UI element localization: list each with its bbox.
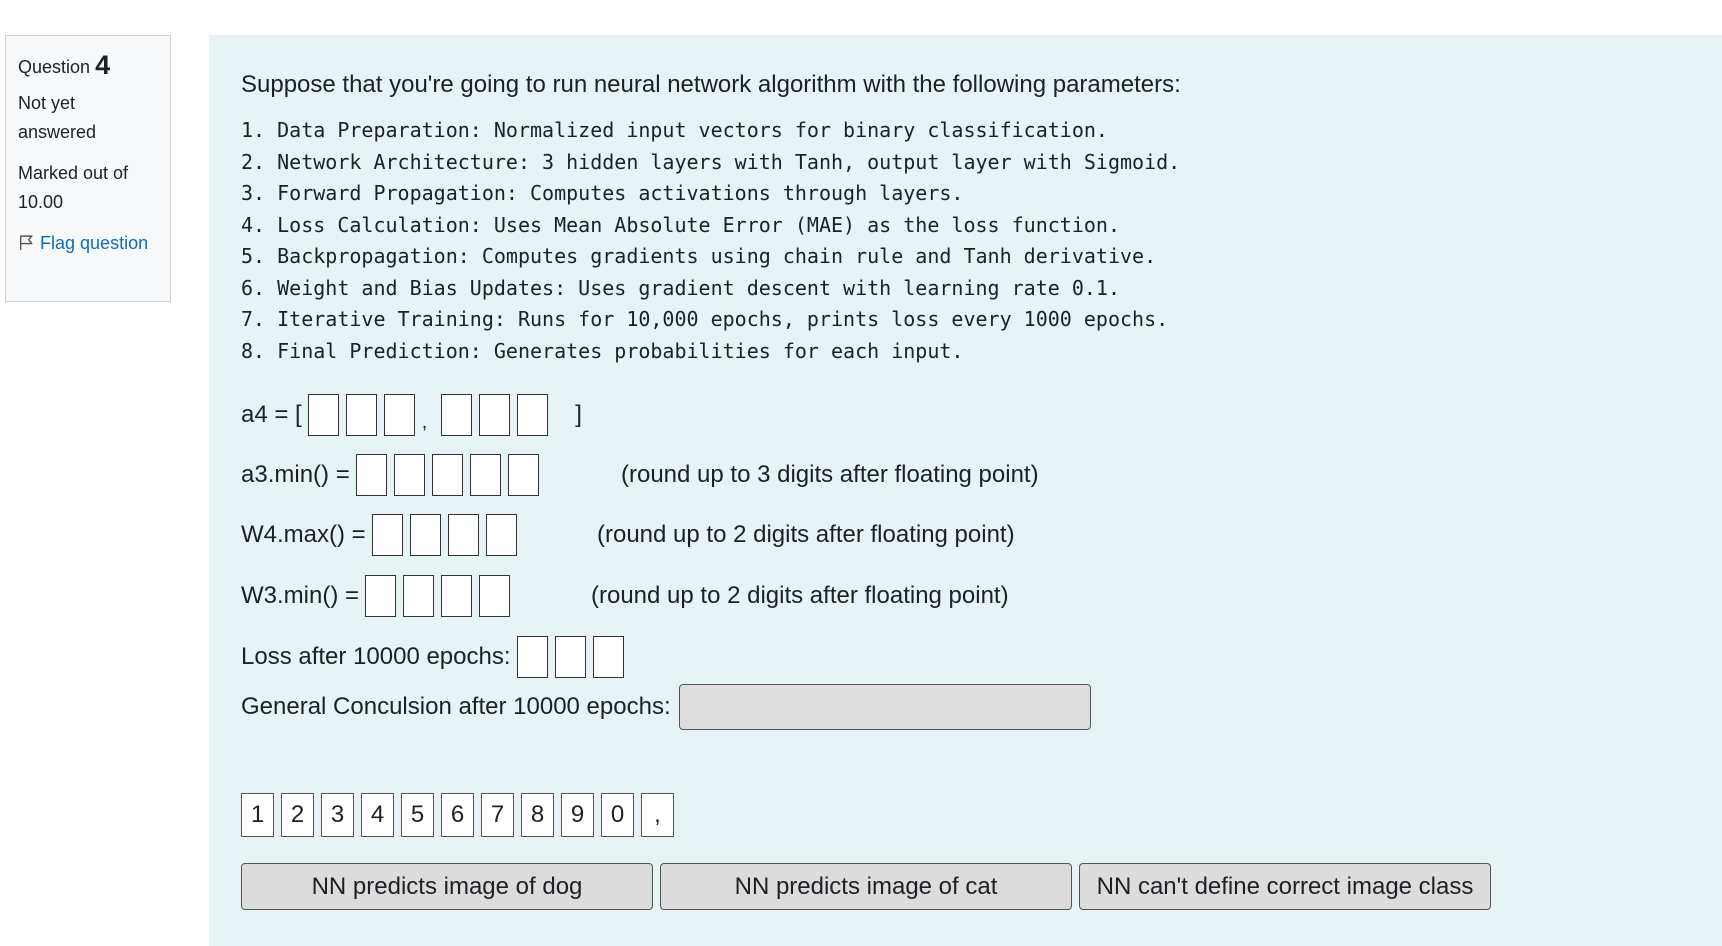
a3-rounding-hint: (round up to 3 digits after floating poi… [621,461,1039,488]
w4-label: W4.max() = [241,521,366,548]
loss-answer-row: Loss after 10000 epochs: [241,635,631,679]
drag-token[interactable]: 4 [361,793,394,837]
drag-token[interactable]: 5 [401,793,434,837]
choice-dog[interactable]: NN predicts image of dog [241,863,653,910]
choice-cat[interactable]: NN predicts image of cat [660,863,1072,910]
loss-label: Loss after 10000 epochs: [241,643,511,670]
a3-label: a3.min() = [241,461,350,488]
digit-token-palette: 1 2 3 4 5 6 7 8 9 0 , [241,793,681,837]
w4-drop-box[interactable] [447,514,479,556]
a4-drop-box[interactable] [479,394,511,436]
a3-answer-row: a3.min() = [241,453,546,497]
flag-question-link[interactable]: Flag question [18,229,158,258]
a4-drop-box[interactable] [307,394,339,436]
a3-drop-box[interactable] [355,454,387,496]
drag-token[interactable]: , [641,793,674,837]
a3-drop-box[interactable] [469,454,501,496]
conclusion-label: General Conculsion after 10000 epochs: [241,693,671,720]
w3-drop-box[interactable] [403,575,435,617]
list-item: 2. Network Architecture: 3 hidden layers… [241,149,1181,174]
w3-answer-row: W3.min() = [241,574,517,618]
question-state: Not yet answered [18,93,97,142]
drag-token[interactable]: 3 [321,793,354,837]
w3-label: W3.min() = [241,582,360,609]
w3-rounding-hint: (round up to 2 digits after floating poi… [591,582,1009,609]
w4-drop-box[interactable] [371,514,403,556]
question-grade: Marked out of 10.00 [18,163,129,212]
a3-drop-box[interactable] [393,454,425,496]
a4-close-bracket: ] [575,401,582,428]
drag-token[interactable]: 6 [441,793,474,837]
flag-icon [19,235,33,250]
a3-drop-box[interactable] [507,454,539,496]
list-item: 3. Forward Propagation: Computes activat… [241,181,964,205]
conclusion-answer-row: General Conculsion after 10000 epochs: [241,683,1091,731]
question-prompt: Suppose that you're going to run neural … [241,71,1181,98]
flag-question-label: Flag question [40,233,149,253]
conclusion-choice-palette: NN predicts image of dog NN predicts ima… [241,863,1498,910]
drag-token[interactable]: 2 [281,793,314,837]
question-number: 4 [95,50,111,80]
drag-token[interactable]: 8 [521,793,554,837]
loss-drop-box[interactable] [592,636,624,678]
w4-drop-box[interactable] [409,514,441,556]
a3-drop-box[interactable] [431,454,463,496]
w3-drop-box[interactable] [441,575,473,617]
a4-drop-box[interactable] [441,394,473,436]
a4-drop-box[interactable] [345,394,377,436]
question-content: Suppose that you're going to run neural … [209,35,1722,946]
a4-answer-row: a4 = [ , ] [241,393,582,437]
w4-answer-row: W4.max() = [241,513,524,557]
a4-drop-box[interactable] [517,394,549,436]
a4-drop-box[interactable] [383,394,415,436]
list-item: 6. Weight and Bias Updates: Uses gradien… [241,275,1120,300]
w3-drop-box[interactable] [479,575,511,617]
w4-drop-box[interactable] [485,514,517,556]
parameter-list: 1. Data Preparation: Normalized input ve… [241,115,1180,367]
question-label: Question [18,57,91,77]
a4-label: a4 = [ [241,401,302,428]
loss-drop-box[interactable] [554,636,586,678]
drag-token[interactable]: 1 [241,793,274,837]
drag-token[interactable]: 0 [601,793,634,837]
drag-token[interactable]: 9 [561,793,594,837]
conclusion-drop-box[interactable] [678,684,1091,730]
list-item: 8. Final Prediction: Generates probabili… [241,338,964,363]
list-item: 1. Data Preparation: Normalized input ve… [241,118,1108,142]
w3-drop-box[interactable] [365,575,397,617]
drag-token[interactable]: 7 [481,793,514,837]
a4-separator: , [421,410,428,433]
list-item: 4. Loss Calculation: Uses Mean Absolute … [241,212,1120,237]
question-info-panel: Question 4 Not yet answered Marked out o… [5,35,171,302]
loss-drop-box[interactable] [516,636,548,678]
w4-rounding-hint: (round up to 2 digits after floating poi… [597,521,1015,548]
list-item: 7. Iterative Training: Runs for 10,000 e… [241,307,1169,331]
list-item: 5. Backpropagation: Computes gradients u… [241,244,1157,268]
choice-undefined[interactable]: NN can't define correct image class [1079,863,1491,910]
question-number-line: Question 4 [18,50,158,81]
